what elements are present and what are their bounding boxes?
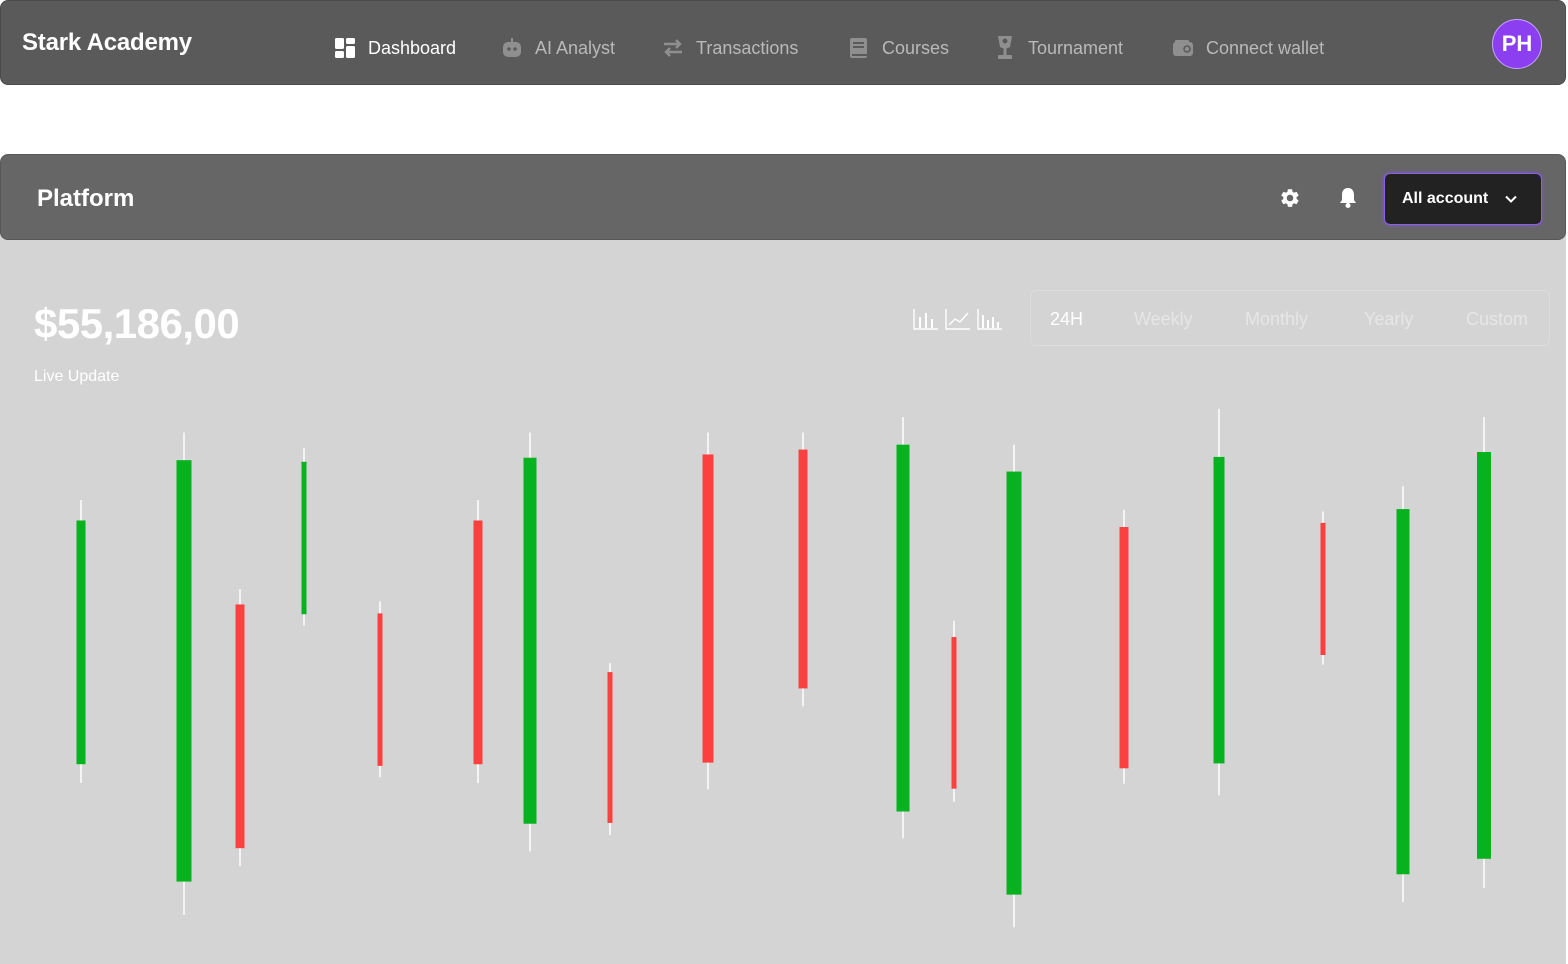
- candle-body-down: [607, 672, 613, 823]
- candle-body-up: [301, 461, 307, 615]
- candle-body-down: [951, 637, 957, 789]
- candlestick-chart: [76, 408, 1491, 928]
- candle-body-down: [702, 454, 714, 763]
- candle-body-up: [523, 457, 537, 824]
- candle-body-up: [1477, 452, 1491, 859]
- candle-body-down: [235, 604, 245, 849]
- candle-body-down: [473, 520, 483, 765]
- candle-body-down: [798, 449, 808, 689]
- candle-body-down: [1320, 522, 1326, 655]
- candle-body-up: [1213, 456, 1225, 764]
- candle-body-up: [1396, 509, 1410, 875]
- candle-body-down: [1119, 527, 1129, 769]
- candle-body-up: [176, 460, 192, 882]
- candle-body-up: [76, 520, 86, 765]
- candle-body-down: [377, 613, 383, 766]
- candle-body-up: [1006, 471, 1022, 895]
- candle-body-up: [896, 444, 910, 812]
